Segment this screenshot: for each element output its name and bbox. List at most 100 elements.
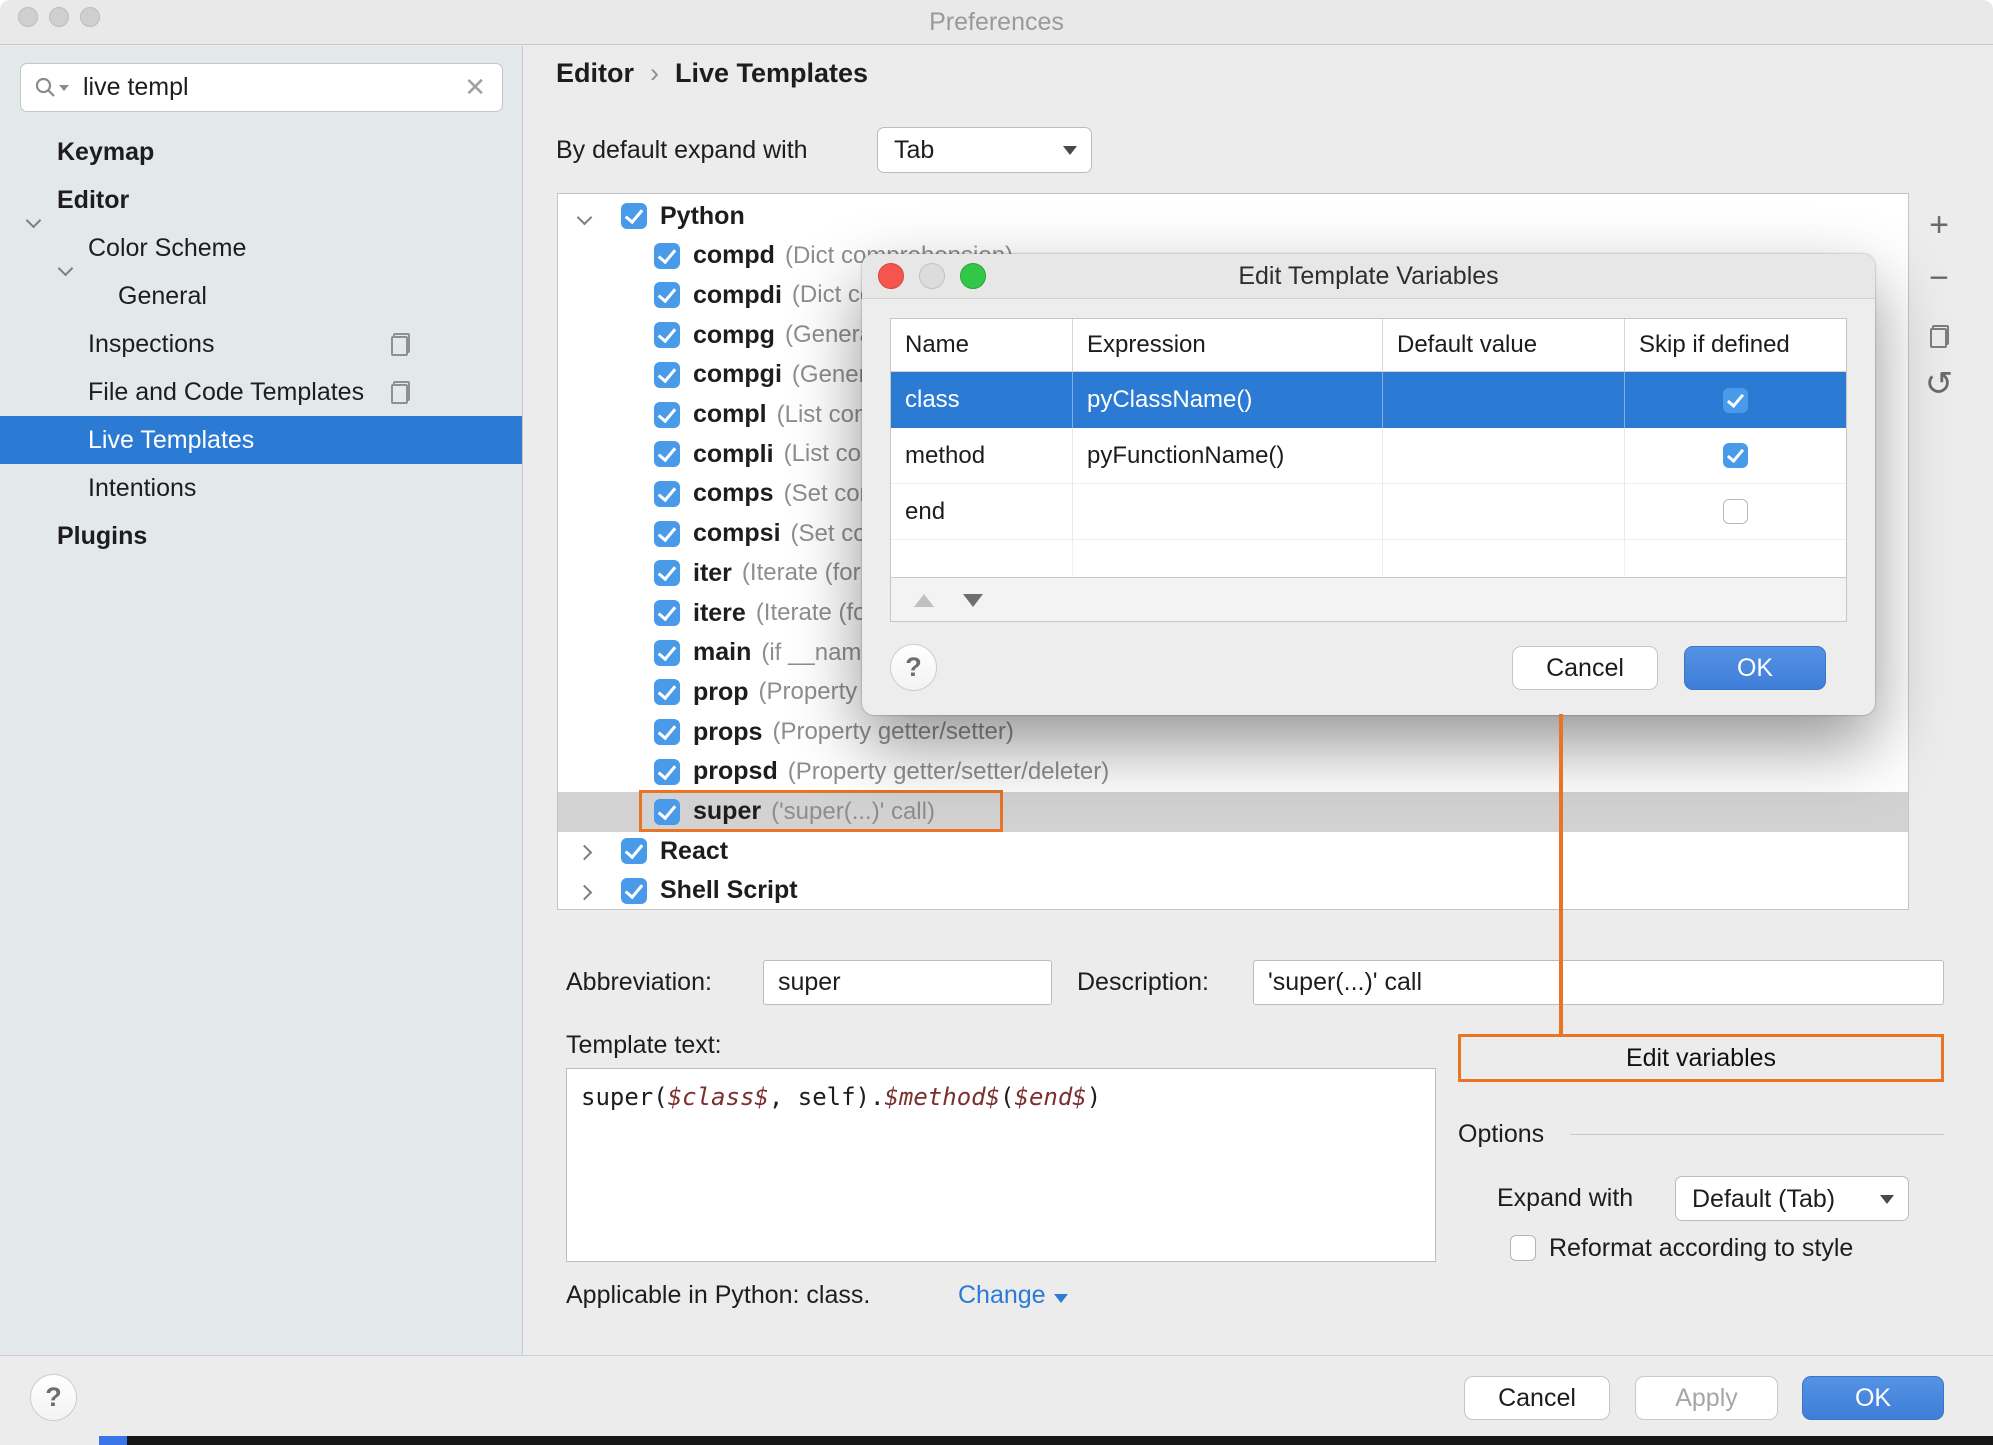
tree-template-propsd[interactable]: propsd (Property getter/setter/deleter) (558, 752, 1908, 792)
column-header-name[interactable]: Name (891, 319, 1073, 371)
search-icon (35, 77, 55, 97)
copy-settings-icon[interactable] (391, 333, 410, 356)
revert-icon[interactable]: ↺ (1916, 359, 1962, 412)
checked-checkbox-icon[interactable] (654, 322, 680, 349)
options-divider (1570, 1134, 1944, 1135)
reformat-checkbox[interactable] (1510, 1235, 1536, 1261)
sidebar-item-intentions[interactable]: Intentions (0, 464, 522, 512)
add-icon[interactable]: + (1916, 200, 1962, 253)
variable-row-end[interactable]: end (891, 484, 1846, 540)
settings-nav: Keymap Editor Color Scheme General Inspectio… (0, 128, 522, 560)
sidebar-item-plugins[interactable]: Plugins (0, 512, 522, 560)
checked-checkbox-icon[interactable] (654, 242, 680, 269)
variables-table: Name Expression Default value Skip if defin… (890, 318, 1847, 622)
description-input[interactable] (1254, 961, 1943, 1004)
abbreviation-label: Abbreviation: (566, 968, 712, 996)
sidebar-item-label: General (118, 282, 207, 310)
checked-checkbox-icon[interactable] (654, 520, 680, 547)
chevron-down-icon[interactable] (576, 202, 595, 230)
sidebar-item-inspections[interactable]: Inspections (0, 320, 522, 368)
abbreviation-input[interactable] (764, 961, 1051, 1004)
sidebar-item-editor[interactable]: Editor (0, 176, 522, 229)
checked-checkbox-icon[interactable] (654, 600, 680, 626)
move-down-icon[interactable] (963, 594, 983, 607)
apply-button[interactable]: Apply (1635, 1376, 1778, 1420)
variable-row-class[interactable]: class pyClassName() (891, 372, 1846, 428)
breadcrumb-editor[interactable]: Editor (556, 58, 634, 88)
checked-checkbox-icon[interactable] (654, 639, 680, 666)
template-name: props (693, 717, 763, 746)
checked-checkbox-icon[interactable] (654, 401, 680, 428)
template-name: iter (693, 558, 732, 587)
template-expand-value: Default (Tab) (1692, 1185, 1836, 1213)
dialog-help-button[interactable]: ? (890, 644, 937, 691)
template-toolbar: + − ↺ (1916, 200, 1962, 412)
checked-checkbox-icon[interactable] (654, 560, 680, 587)
checked-checkbox-icon[interactable] (654, 719, 680, 746)
sidebar-item-general[interactable]: General (0, 272, 522, 320)
sidebar-item-label: Live Templates (88, 426, 255, 454)
default-expand-label: By default expand with (556, 136, 808, 164)
copy-settings-icon[interactable] (391, 381, 410, 404)
change-link[interactable]: Change (958, 1273, 1068, 1318)
template-name: itere (693, 598, 746, 627)
column-header-expression[interactable]: Expression (1073, 319, 1383, 371)
edit-template-variables-dialog: Edit Template Variables Name Expression De… (862, 254, 1875, 715)
tree-template-super[interactable]: super ('super(...)' call) (558, 789, 1908, 832)
checked-checkbox-icon[interactable] (654, 282, 680, 309)
search-options-caret-icon[interactable] (59, 84, 69, 91)
template-expand-dropdown[interactable]: Default (Tab) (1675, 1176, 1909, 1221)
cell-skip (1625, 372, 1846, 428)
checked-checkbox-icon[interactable] (654, 679, 680, 706)
sidebar-item-file-and-code-templates[interactable]: File and Code Templates (0, 368, 522, 416)
tree-group-shell-script[interactable]: Shell Script (558, 871, 1908, 911)
sidebar-item-color-scheme[interactable]: Color Scheme (0, 224, 522, 277)
variable-row-method[interactable]: method pyFunctionName() (891, 428, 1846, 484)
sidebar-item-live-templates[interactable]: Live Templates (0, 416, 522, 464)
template-text-label: Template text: (566, 1031, 722, 1059)
remove-icon[interactable]: − (1916, 253, 1962, 306)
template-name: compl (693, 400, 767, 428)
chevron-down-icon (1880, 1194, 1894, 1204)
expand-with-dropdown[interactable]: Tab (877, 127, 1092, 173)
checked-checkbox-icon[interactable] (621, 838, 647, 865)
chevron-right-icon[interactable] (576, 877, 595, 905)
checked-checkbox-icon[interactable] (654, 480, 680, 507)
move-up-icon[interactable] (914, 594, 934, 607)
checked-checkbox-icon[interactable] (1723, 443, 1748, 468)
template-variable: $class$ (667, 1083, 769, 1111)
unchecked-checkbox-icon[interactable] (1723, 499, 1748, 524)
dialog-cancel-button[interactable]: Cancel (1512, 646, 1658, 690)
column-header-skip-if-defined[interactable]: Skip if defined (1625, 319, 1846, 371)
template-text-editor[interactable]: super($class$, self).$method$($end$) (566, 1068, 1436, 1262)
checked-checkbox-icon[interactable] (621, 877, 647, 904)
cell-skip (1625, 484, 1846, 540)
column-header-default-value[interactable]: Default value (1383, 319, 1625, 371)
sidebar-item-keymap[interactable]: Keymap (0, 128, 522, 176)
breadcrumb: Editor › Live Templates (556, 58, 868, 89)
duplicate-icon[interactable] (1916, 306, 1962, 359)
checked-checkbox-icon[interactable] (621, 203, 647, 229)
chevron-right-icon[interactable] (576, 837, 595, 865)
checked-checkbox-icon[interactable] (1723, 387, 1748, 413)
help-button[interactable]: ? (30, 1374, 77, 1421)
tree-group-react[interactable]: React (558, 831, 1908, 871)
sidebar-item-label: Plugins (57, 522, 148, 550)
dialog-ok-button[interactable]: OK (1684, 646, 1826, 690)
ok-button[interactable]: OK (1802, 1376, 1944, 1420)
checked-checkbox-icon[interactable] (654, 361, 680, 388)
search-input[interactable] (81, 72, 465, 103)
cancel-button[interactable]: Cancel (1464, 1376, 1610, 1420)
tree-template-props[interactable]: props (Property getter/setter) (558, 712, 1908, 752)
settings-search[interactable]: ✕ (20, 63, 503, 112)
checked-checkbox-icon[interactable] (654, 758, 680, 785)
tree-group-python[interactable]: Python (558, 196, 1908, 236)
checked-checkbox-icon[interactable] (654, 441, 680, 468)
description-label: Description: (1077, 968, 1209, 996)
breadcrumb-live-templates: Live Templates (675, 58, 869, 88)
dialog-titlebar: Edit Template Variables (862, 254, 1875, 299)
clear-search-icon[interactable]: ✕ (464, 72, 486, 103)
table-header-row: Name Expression Default value Skip if defin… (891, 319, 1846, 372)
edit-variables-button[interactable]: Edit variables (1458, 1034, 1944, 1082)
template-variable: $end$ (1014, 1083, 1087, 1111)
